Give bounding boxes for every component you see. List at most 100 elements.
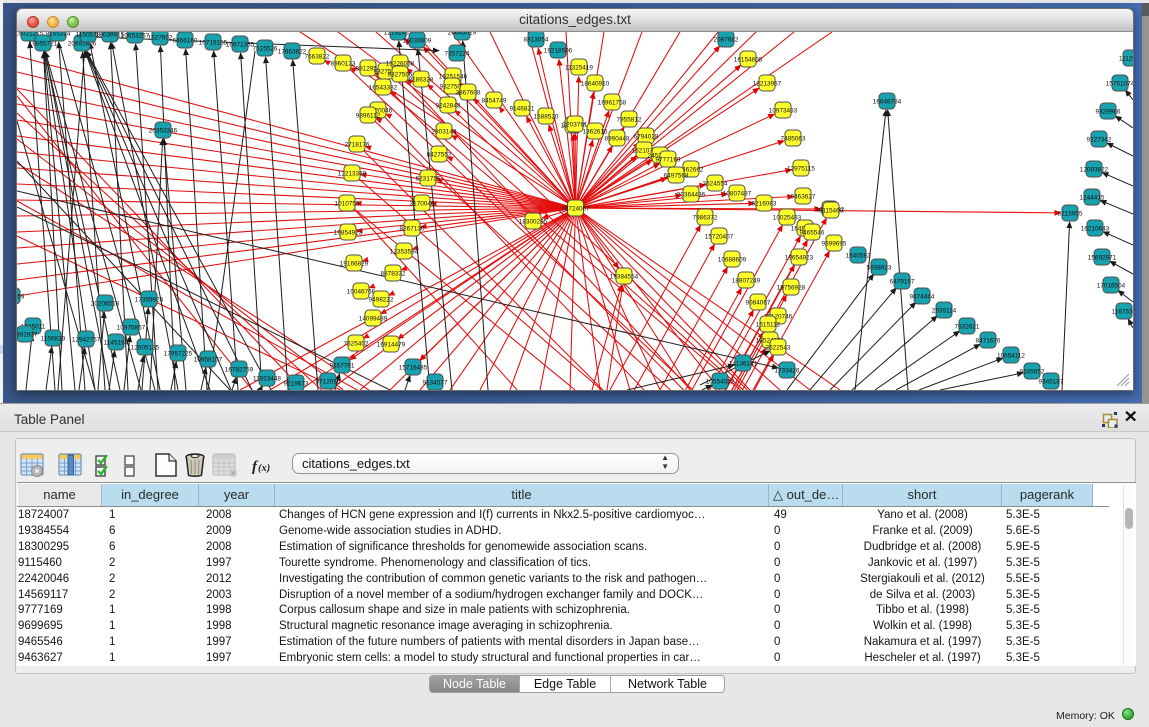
svg-text:7357224: 7357224	[445, 50, 470, 57]
svg-text:19756928: 19756928	[777, 284, 806, 291]
svg-text:16543382: 16543382	[369, 84, 398, 91]
svg-text:9699695: 9699695	[822, 240, 847, 247]
svg-text:9227342: 9227342	[1087, 136, 1112, 143]
svg-text:19166829: 19166829	[340, 260, 369, 267]
svg-text:3624554: 3624554	[703, 180, 728, 187]
svg-text:9134577: 9134577	[423, 379, 448, 386]
svg-text:10973493: 10973493	[769, 107, 798, 114]
svg-text:9463627: 9463627	[791, 193, 816, 200]
svg-text:12975115: 12975115	[787, 165, 815, 172]
svg-text:8878332: 8878332	[381, 270, 406, 277]
svg-text:19218506: 19218506	[544, 47, 573, 54]
svg-text:2522543: 2522543	[766, 344, 791, 351]
svg-text:7663822: 7663822	[305, 53, 330, 60]
svg-text:6497568: 6497568	[664, 172, 689, 179]
svg-text:1112976: 1112976	[1119, 55, 1133, 62]
svg-text:5938923: 5938923	[867, 264, 892, 271]
svg-text:7485063: 7485063	[781, 135, 806, 142]
svg-text:9242848: 9242848	[436, 102, 461, 109]
svg-text:8454749: 8454749	[482, 97, 507, 104]
svg-text:8990448: 8990448	[605, 135, 630, 142]
svg-text:9896112: 9896112	[356, 112, 381, 119]
svg-text:8215955: 8215955	[1058, 210, 1083, 217]
svg-text:16671355: 16671355	[226, 41, 255, 48]
svg-text:19384554: 19384554	[610, 273, 639, 280]
svg-text:15751074: 15751074	[1106, 80, 1133, 87]
svg-text:2203761: 2203761	[563, 121, 588, 128]
svg-text:7632621: 7632621	[955, 323, 980, 330]
svg-text:12093822: 12093822	[1080, 166, 1109, 173]
svg-text:10975867: 10975867	[117, 324, 146, 331]
svg-text:9146821: 9146821	[510, 105, 535, 112]
svg-text:6479197: 6479197	[890, 278, 915, 285]
svg-text:2803144: 2803144	[432, 128, 457, 135]
svg-text:6231755: 6231755	[416, 175, 441, 182]
svg-text:18807249: 18807249	[732, 277, 761, 284]
svg-text:15716485: 15716485	[399, 364, 428, 371]
svg-text:8471676: 8471676	[976, 337, 1001, 344]
svg-text:17663822: 17663822	[278, 48, 307, 55]
svg-text:1527602: 1527602	[148, 34, 173, 41]
svg-text:9345187: 9345187	[1039, 378, 1064, 385]
svg-text:2867608: 2867608	[456, 89, 481, 96]
svg-text:9219673: 9219673	[284, 380, 309, 387]
svg-text:10654112: 10654112	[997, 352, 1025, 359]
svg-text:20206518: 20206518	[91, 300, 120, 307]
svg-text:20353346: 20353346	[149, 127, 178, 134]
svg-text:10653267: 10653267	[121, 32, 150, 39]
svg-text:7625402: 7625402	[344, 340, 369, 347]
svg-text:6216063: 6216063	[752, 200, 777, 207]
svg-text:9115460: 9115460	[819, 207, 844, 214]
svg-text:16210643: 16210643	[1081, 225, 1110, 232]
svg-text:14099489: 14099489	[359, 315, 388, 322]
svg-text:8186328: 8186328	[409, 76, 434, 83]
svg-text:16961758: 16961758	[598, 99, 627, 106]
svg-text:(x): (x)	[258, 463, 270, 474]
svg-text:3170046: 3170046	[410, 200, 435, 207]
svg-text:7955812: 7955812	[617, 116, 642, 123]
svg-text:18640910: 18640910	[581, 80, 610, 87]
svg-text:19654923: 19654923	[785, 254, 814, 261]
svg-text:12353594: 12353594	[390, 248, 419, 255]
svg-text:20364436: 20364436	[677, 191, 706, 198]
svg-text:9245652: 9245652	[1020, 368, 1045, 375]
svg-text:8813054: 8813054	[524, 36, 549, 43]
svg-text:1156829: 1156829	[41, 335, 66, 342]
svg-text:10958107: 10958107	[194, 356, 223, 363]
svg-text:6794028: 6794028	[634, 133, 659, 140]
svg-text:17359924: 17359924	[135, 296, 164, 303]
svg-text:10046766: 10046766	[347, 288, 376, 295]
svg-text:1167533: 1167533	[1112, 308, 1133, 315]
svg-text:16782759: 16782759	[225, 366, 254, 373]
svg-text:1010755: 1010755	[335, 200, 360, 207]
svg-text:1145194: 1145194	[104, 339, 129, 346]
svg-text:1640592: 1640592	[846, 252, 871, 259]
svg-text:7986372: 7986372	[693, 214, 718, 221]
svg-text:16033809: 16033809	[403, 37, 432, 44]
svg-text:10807487: 10807487	[723, 190, 752, 197]
svg-text:2096059: 2096059	[17, 293, 25, 300]
svg-text:16914479: 16914479	[377, 341, 406, 348]
svg-text:17957225: 17957225	[164, 350, 193, 357]
svg-text:1588520: 1588520	[534, 113, 559, 120]
svg-text:18724007: 18724007	[561, 205, 590, 212]
svg-text:20643029: 20643029	[448, 32, 477, 36]
svg-text:10688609: 10688609	[718, 256, 747, 263]
svg-text:8427552: 8427552	[427, 151, 452, 158]
svg-text:16154808: 16154808	[734, 56, 763, 63]
svg-text:6466160: 6466160	[173, 37, 198, 44]
svg-text:2718176: 2718176	[345, 141, 370, 148]
svg-text:12192462: 12192462	[384, 32, 413, 36]
svg-text:1362615: 1362615	[583, 128, 608, 135]
svg-text:1733426: 1733426	[775, 367, 800, 374]
svg-text:9498222: 9498222	[369, 296, 394, 303]
svg-text:10025433: 10025433	[773, 214, 802, 221]
svg-text:8960123: 8960123	[331, 60, 356, 67]
svg-text:1615112: 1615112	[756, 321, 781, 328]
svg-text:19854923: 19854923	[334, 229, 363, 236]
svg-text:9084067: 9084067	[746, 299, 771, 306]
svg-text:8712095: 8712095	[316, 378, 341, 385]
svg-text:12213369: 12213369	[338, 170, 367, 177]
svg-text:14136141: 14136141	[729, 360, 758, 367]
svg-text:10719155: 10719155	[199, 39, 228, 46]
